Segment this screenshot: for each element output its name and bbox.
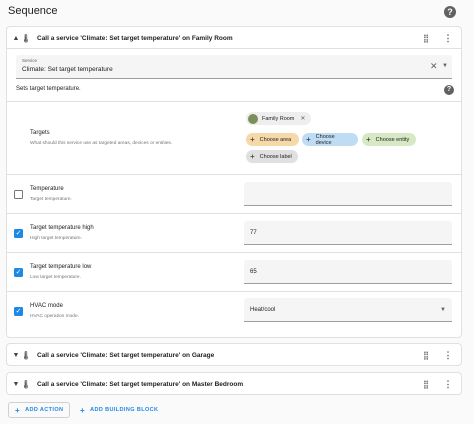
choose-area-button[interactable]: + Choose area [246,133,299,146]
choose-entity-label: Choose entity [375,136,410,143]
hvac-mode-description: HVAC operation mode. [30,314,79,319]
divider [6,291,462,292]
target-temperature-low-checkbox[interactable]: ✓ [14,268,23,277]
temperature-label: Temperature [30,186,64,192]
hvac-mode-select[interactable]: Heat/cool ▼ [244,298,452,322]
service-select[interactable]: Service Climate: Set target temperature … [16,55,452,79]
temperature-input[interactable] [244,182,452,206]
choose-label-button[interactable]: + Choose label [246,150,298,163]
drag-handle-icon[interactable]: ⣿ [419,380,433,389]
hvac-mode-label: HVAC mode [30,303,63,309]
chevron-down-icon[interactable]: ▼ [440,307,446,313]
service-label: Service [22,58,38,63]
add-action-button[interactable]: + ADD ACTION [8,402,71,418]
divider [6,174,462,175]
target-temperature-high-description: High target temperature. [30,236,82,241]
more-vert-icon[interactable]: ⋮ [441,33,455,44]
temperature-description: Target temperature. [30,197,72,202]
plus-icon: + [80,405,86,415]
target-chip-family-room[interactable]: Family Room ✕ [246,112,312,125]
action-header[interactable]: ▲ 🌡 Call a service 'Climate: Set target … [7,27,461,49]
choose-device-label: Choose device [315,133,335,146]
chevron-down-icon[interactable]: ▼ [442,63,448,69]
more-vert-icon[interactable]: ⋮ [441,379,455,390]
add-building-block-button[interactable]: + ADD BUILDING BLOCK [76,402,162,418]
sofa-icon [248,113,258,124]
targets-description: What should this service use as targeted… [30,141,173,146]
target-temperature-high-input[interactable]: 77 [244,221,452,245]
divider [6,101,462,102]
action-header[interactable]: ▼ 🌡 Call a service 'Climate: Set target … [7,373,461,395]
target-temperature-low-label: Target temperature low [30,264,92,270]
target-temperature-low-input[interactable]: 65 [244,260,452,284]
chevron-down-icon[interactable]: ▼ [11,352,21,359]
help-circle-icon[interactable]: ? [444,85,454,95]
plus-icon: + [250,135,255,144]
thermometer-icon: 🌡 [21,33,32,43]
divider [6,252,462,253]
plus-icon: + [366,135,371,144]
hvac-mode-value: Heat/cool [250,306,276,313]
target-temperature-low-description: Low target temperature. [30,275,81,280]
target-temperature-high-checkbox[interactable]: ✓ [14,229,23,238]
thermometer-icon: 🌡 [21,379,32,389]
divider [6,213,462,214]
action-title: Call a service 'Climate: Set target temp… [37,351,215,359]
target-temperature-high-label: Target temperature high [30,225,94,231]
plus-icon: + [306,135,311,144]
thermometer-icon: 🌡 [21,350,32,360]
page-title: Sequence [8,5,58,17]
action-title: Call a service 'Climate: Set target temp… [37,34,233,42]
chevron-up-icon[interactable]: ▲ [11,35,21,42]
divider [6,48,462,49]
plus-icon: + [15,405,21,415]
plus-icon: + [250,152,255,161]
close-icon[interactable]: ✕ [430,61,438,72]
add-action-label: ADD ACTION [25,407,64,413]
hvac-mode-checkbox[interactable]: ✓ [14,307,23,316]
service-value: Climate: Set target temperature [22,66,113,73]
close-icon[interactable]: ✕ [300,115,305,122]
temperature-checkbox[interactable] [14,190,23,199]
service-description: Sets target temperature. [16,86,81,92]
drag-handle-icon[interactable]: ⣿ [419,34,433,43]
chip-label: Family Room [262,115,295,122]
action-card-master-bedroom[interactable]: ▼ 🌡 Call a service 'Climate: Set target … [6,372,462,395]
drag-handle-icon[interactable]: ⣿ [419,351,433,360]
choose-area-label: Choose area [259,136,292,143]
choose-entity-button[interactable]: + Choose entity [362,133,416,146]
action-card-garage[interactable]: ▼ 🌡 Call a service 'Climate: Set target … [6,343,462,366]
targets-label: Targets [30,130,50,136]
action-header[interactable]: ▼ 🌡 Call a service 'Climate: Set target … [7,344,461,366]
add-building-block-label: ADD BUILDING BLOCK [90,407,159,413]
choose-device-button[interactable]: + Choose device [302,133,358,146]
more-vert-icon[interactable]: ⋮ [441,350,455,361]
chevron-down-icon[interactable]: ▼ [11,381,21,388]
action-title: Call a service 'Climate: Set target temp… [37,380,244,388]
help-circle-icon[interactable]: ? [444,6,456,18]
choose-label-label: Choose label [259,153,292,160]
